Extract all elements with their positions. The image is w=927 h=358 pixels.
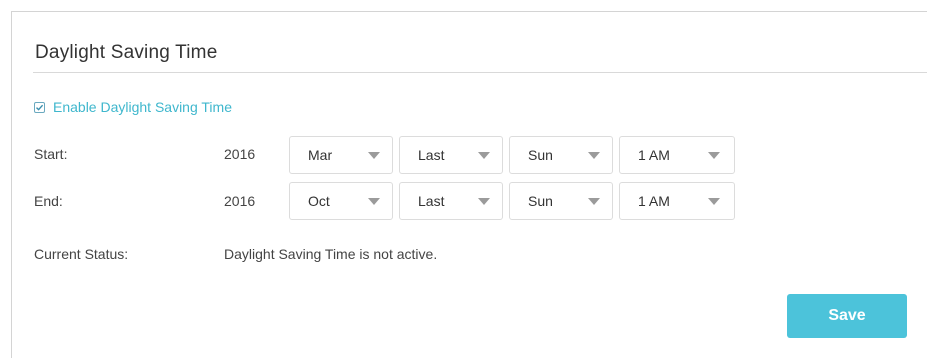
end-label: End: — [34, 193, 63, 209]
start-time-value: 1 AM — [638, 147, 670, 163]
caret-down-icon — [368, 198, 380, 205]
end-week-select[interactable]: Last — [399, 182, 503, 220]
end-day-select[interactable]: Sun — [509, 182, 613, 220]
enable-dst-label[interactable]: Enable Daylight Saving Time — [53, 99, 232, 115]
start-month-value: Mar — [308, 147, 333, 163]
start-year: 2016 — [224, 146, 256, 162]
caret-down-icon — [588, 152, 600, 159]
start-week-value: Last — [418, 147, 445, 163]
end-day-value: Sun — [528, 193, 553, 209]
section-title: Daylight Saving Time — [35, 42, 218, 63]
current-status-value: Daylight Saving Time is not active. — [224, 246, 438, 262]
end-time-select[interactable]: 1 AM — [619, 182, 735, 220]
end-month-value: Oct — [308, 193, 330, 209]
start-time-select[interactable]: 1 AM — [619, 136, 735, 174]
caret-down-icon — [708, 152, 720, 159]
end-year: 2016 — [224, 193, 256, 209]
caret-down-icon — [708, 198, 720, 205]
caret-down-icon — [588, 198, 600, 205]
start-month-select[interactable]: Mar — [289, 136, 393, 174]
start-week-select[interactable]: Last — [399, 136, 503, 174]
end-month-select[interactable]: Oct — [289, 182, 393, 220]
start-day-value: Sun — [528, 147, 553, 163]
enable-dst-checkbox[interactable]: Enable Daylight Saving Time — [34, 99, 232, 115]
caret-down-icon — [478, 198, 490, 205]
current-status-label: Current Status: — [34, 246, 129, 262]
caret-down-icon — [478, 152, 490, 159]
save-button[interactable]: Save — [787, 294, 907, 338]
checkbox-checked-icon[interactable] — [34, 101, 45, 113]
end-week-value: Last — [418, 193, 445, 209]
start-day-select[interactable]: Sun — [509, 136, 613, 174]
title-divider — [33, 72, 927, 73]
end-time-value: 1 AM — [638, 193, 670, 209]
start-label: Start: — [34, 146, 68, 162]
caret-down-icon — [368, 152, 380, 159]
